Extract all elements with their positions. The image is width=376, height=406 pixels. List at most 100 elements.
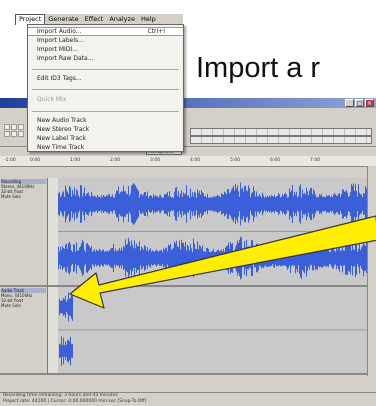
- waveform-sample: [167, 192, 168, 216]
- audio-track-2[interactable]: Audio Track Mono, 44100Hz 32-bit float M…: [0, 287, 368, 375]
- waveform-sample: [294, 191, 295, 217]
- waveform-sample: [233, 185, 234, 223]
- close-icon[interactable]: ×: [365, 99, 374, 107]
- menu-item-new-audio-track[interactable]: New Audio Track: [28, 116, 183, 125]
- waveform-sample: [221, 249, 222, 267]
- waveform-sample: [203, 193, 204, 215]
- waveform-sample: [208, 197, 209, 211]
- track-1-buttons[interactable]: Mute Solo: [1, 194, 46, 199]
- waveform-sample: [61, 336, 62, 366]
- timeline-ruler[interactable]: -1:00 0:00 1:00 2:00 3:00 4:00 5:00 6:00 7:00: [0, 156, 376, 167]
- envelope-tool-icon[interactable]: [11, 124, 17, 130]
- waveform-sample: [349, 244, 350, 272]
- waveform-sample: [157, 250, 158, 266]
- waveform-sample: [232, 188, 233, 220]
- output-meter[interactable]: [190, 128, 372, 136]
- waveform-sample: [319, 248, 320, 268]
- waveform-sample: [312, 245, 313, 271]
- select-tool-icon[interactable]: [4, 124, 10, 130]
- waveform-sample: [67, 340, 68, 362]
- waveform-sample: [72, 251, 73, 265]
- track-1-waveform[interactable]: [58, 178, 368, 285]
- waveform-sample: [288, 197, 289, 211]
- waveform-sample: [277, 249, 278, 267]
- waveform-sample: [172, 248, 173, 268]
- waveform-sample: [80, 246, 81, 270]
- waveform-sample: [261, 247, 262, 269]
- menu-item-import-raw[interactable]: Import Raw Data...: [28, 54, 183, 63]
- waveform-sample: [123, 185, 124, 223]
- waveform-sample: [140, 250, 141, 266]
- waveform-sample: [364, 193, 365, 215]
- menu-item-new-label-track[interactable]: New Label Track: [28, 134, 183, 143]
- waveform-sample: [322, 248, 323, 268]
- waveform-sample: [256, 244, 257, 272]
- waveform-sample: [231, 189, 232, 219]
- waveform-sample: [323, 249, 324, 267]
- waveform-sample: [328, 248, 329, 268]
- waveform-sample: [212, 197, 213, 211]
- multi-tool-icon[interactable]: [18, 131, 24, 137]
- waveform-sample: [149, 196, 150, 212]
- waveform-sample: [320, 195, 321, 213]
- waveform-sample: [63, 337, 64, 365]
- maximize-icon[interactable]: □: [355, 99, 364, 107]
- waveform-sample: [114, 197, 115, 211]
- track-2-buttons[interactable]: Mute Solo: [1, 303, 46, 308]
- waveform-sample: [273, 196, 274, 212]
- waveform-sample: [211, 196, 212, 212]
- waveform-sample: [315, 245, 316, 271]
- waveform-sample: [330, 196, 331, 212]
- track-2-controls[interactable]: Audio Track Mono, 44100Hz 32-bit float M…: [0, 287, 48, 373]
- waveform-sample: [116, 251, 117, 265]
- waveform-sample: [269, 195, 270, 213]
- menu-item-new-time-track[interactable]: New Time Track: [28, 143, 183, 152]
- waveform-sample: [136, 243, 137, 273]
- waveform-sample: [245, 247, 246, 269]
- waveform-sample: [206, 197, 207, 211]
- menu-item-import-labels[interactable]: Import Labels...: [28, 36, 183, 45]
- waveform-sample: [88, 244, 89, 272]
- waveform-sample: [316, 197, 317, 211]
- track-2-waveform[interactable]: [58, 287, 368, 373]
- zoom-tool-icon[interactable]: [4, 131, 10, 137]
- waveform-sample: [323, 196, 324, 212]
- waveform-sample: [205, 251, 206, 265]
- track-1-controls[interactable]: Recording Stereo, 44100Hz 32-bit float M…: [0, 178, 48, 285]
- waveform-sample: [292, 184, 293, 224]
- waveform-sample: [306, 239, 307, 277]
- waveform-sample: [59, 343, 60, 359]
- waveform-sample: [75, 195, 76, 213]
- menu-item-edit-id3[interactable]: Edit ID3 Tags...: [28, 74, 183, 83]
- waveform-sample: [147, 191, 148, 217]
- waveform-sample: [326, 249, 327, 267]
- audio-track-1[interactable]: Recording Stereo, 44100Hz 32-bit float M…: [0, 178, 368, 287]
- menu-item-new-stereo-track[interactable]: New Stereo Track: [28, 125, 183, 134]
- vertical-scrollbar[interactable]: [367, 166, 376, 376]
- timeshift-tool-icon[interactable]: [11, 131, 17, 137]
- waveform-sample: [76, 189, 77, 219]
- draw-tool-icon[interactable]: [18, 124, 24, 130]
- waveform-sample: [102, 249, 103, 267]
- waveform-sample: [312, 194, 313, 214]
- waveform-sample: [158, 197, 159, 211]
- waveform-sample: [293, 249, 294, 267]
- menu-item-import-midi[interactable]: Import MIDI...: [28, 45, 183, 54]
- waveform-sample: [138, 246, 139, 270]
- waveform-sample: [298, 195, 299, 213]
- waveform-sample: [244, 241, 245, 275]
- waveform-sample: [240, 236, 241, 280]
- menu-item-import-audio[interactable]: Import Audio... Ctrl+I: [28, 27, 183, 36]
- waveform-sample: [77, 250, 78, 266]
- waveform-sample: [62, 345, 63, 357]
- waveform-sample: [259, 194, 260, 214]
- waveform-sample: [279, 251, 280, 265]
- input-meter[interactable]: [190, 136, 372, 144]
- waveform-sample: [121, 247, 122, 269]
- waveform-sample: [264, 249, 265, 267]
- waveform-sample: [192, 251, 193, 265]
- waveform-sample: [210, 197, 211, 211]
- waveform-sample: [186, 250, 187, 266]
- waveform-sample: [344, 191, 345, 217]
- minimize-icon[interactable]: _: [345, 99, 354, 107]
